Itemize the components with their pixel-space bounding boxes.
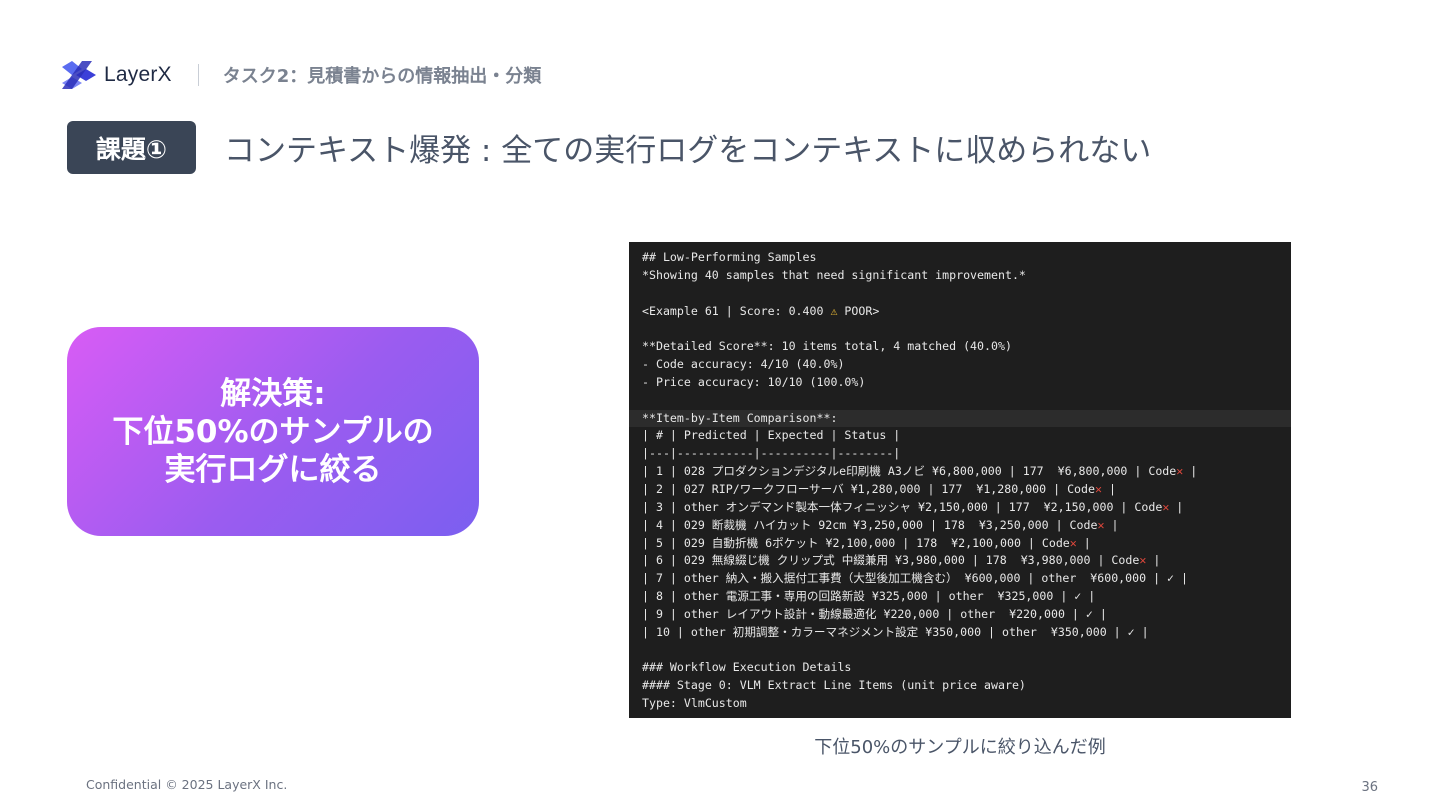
row-text: | 3 | other オンデマンド製本一体フィニッシャ ¥2,150,000 … <box>642 499 1163 514</box>
solution-line-2: 下位50%のサンプルの <box>112 413 434 450</box>
page-title: コンテキスト爆発 : 全ての実行ログをコンテキストに収められない <box>224 133 1152 169</box>
log-line: ## Low-Performing Samples <box>642 250 817 264</box>
row-text: | 1 | 028 プロダクションデジタルe印刷機 A3ノビ ¥6,800,00… <box>642 464 1177 479</box>
table-row: | 4 | 029 断裁機 ハイカット 92cm ¥3,250,000 | 17… <box>642 517 1291 535</box>
log-line: *Showing 40 samples that need significan… <box>642 267 1026 282</box>
log-blank <box>642 320 1291 338</box>
x-mark-icon: ✕ <box>1095 481 1102 496</box>
table-row: | 6 | 029 無線綴じ機 クリップ式 中綴兼用 ¥3,980,000 | … <box>642 552 1291 570</box>
log-line-highlighted: **Item-by-Item Comparison**: <box>629 409 1291 428</box>
log-line: <Example 61 | Score: 0.400 ⚠ POOR> <box>642 303 1291 321</box>
table-row: | 1 | 028 プロダクションデジタルe印刷機 A3ノビ ¥6,800,00… <box>642 463 1291 481</box>
table-row: | 9 | other レイアウト設計・動線最適化 ¥220,000 | oth… <box>642 606 1107 621</box>
table-row: | 7 | other 納入・搬入据付工事費（大型後加工機含む） ¥600,00… <box>642 571 1188 586</box>
x-mark-icon: ✕ <box>1069 535 1077 550</box>
log-line: **Detailed Score**: 10 items total, 4 ma… <box>642 339 1012 354</box>
log-text: <Example 61 | Score: 0.400 <box>642 303 831 318</box>
solution-line-3: 実行ログに絞る <box>164 451 382 488</box>
slide-header: LayerX タスク2：見積書からの情報抽出・分類 <box>62 60 541 90</box>
layerx-logo: LayerX <box>62 61 172 89</box>
log-blank <box>642 642 1291 660</box>
row-tail: | <box>1146 553 1161 568</box>
row-tail: | <box>1101 481 1116 496</box>
table-row: | 8 | other 電源工事・専用の回路新設 ¥325,000 | othe… <box>642 589 1096 604</box>
log-text: POOR> <box>837 303 880 318</box>
table-row: | 10 | other 初期調整・カラーマネジメント設定 ¥350,000 |… <box>642 624 1149 639</box>
solution-line-1: 解決策: <box>220 375 326 412</box>
log-line: - Price accuracy: 10/10 (100.0%) <box>642 374 866 389</box>
table-row: | 2 | 027 RIP/ワークフローサーバ ¥1,280,000 | 177… <box>642 481 1291 499</box>
table-row: | 3 | other オンデマンド製本一体フィニッシャ ¥2,150,000 … <box>642 499 1291 517</box>
row-text: | 2 | 027 RIP/ワークフローサーバ ¥1,280,000 | 177… <box>642 481 1095 496</box>
execution-log-screenshot: ## Low-Performing Samples *Showing 40 sa… <box>629 242 1291 718</box>
row-tail: | <box>1076 535 1091 550</box>
confidential-notice: Confidential © 2025 LayerX Inc. <box>86 777 288 792</box>
row-tail: | <box>1104 517 1119 532</box>
brand-name: LayerX <box>104 63 172 86</box>
solution-card: 解決策: 下位50%のサンプルの 実行ログに絞る <box>67 327 479 536</box>
log-blank <box>642 392 1291 410</box>
header-divider <box>197 64 199 86</box>
row-text: | 5 | 029 自動折機 6ポケット ¥2,100,000 | 178 ¥2… <box>642 535 1070 550</box>
log-line: | # | Predicted | Expected | Status | <box>642 428 901 443</box>
row-tail: | <box>1169 499 1184 514</box>
row-text: | 6 | 029 無線綴じ機 クリップ式 中綴兼用 ¥3,980,000 | … <box>642 553 1140 568</box>
page-number: 36 <box>1361 780 1378 795</box>
log-line: ### Workflow Execution Details <box>642 660 852 675</box>
issue-badge: 課題① <box>67 121 196 174</box>
row-tail: | <box>1183 464 1198 479</box>
table-row: | 5 | 029 自動折機 6ポケット ¥2,100,000 | 178 ¥2… <box>642 535 1291 553</box>
screenshot-caption: 下位50%のサンプルに絞り込んだ例 <box>814 737 1106 758</box>
log-line: #### Stage 0: VLM Extract Line Items (un… <box>642 678 1026 693</box>
title-row: 課題① コンテキスト爆発 : 全ての実行ログをコンテキストに収められない <box>67 121 1151 174</box>
log-line: - Code accuracy: 4/10 (40.0%) <box>642 357 845 372</box>
log-line: |---|-----------|----------|--------| <box>642 446 901 461</box>
log-line: Type: VlmCustom <box>642 696 747 711</box>
layerx-mark-icon <box>62 61 96 89</box>
row-text: | 4 | 029 断裁機 ハイカット 92cm ¥3,250,000 | 17… <box>642 517 1098 532</box>
task-label: タスク2：見積書からの情報抽出・分類 <box>222 66 542 87</box>
log-blank <box>642 285 1291 303</box>
